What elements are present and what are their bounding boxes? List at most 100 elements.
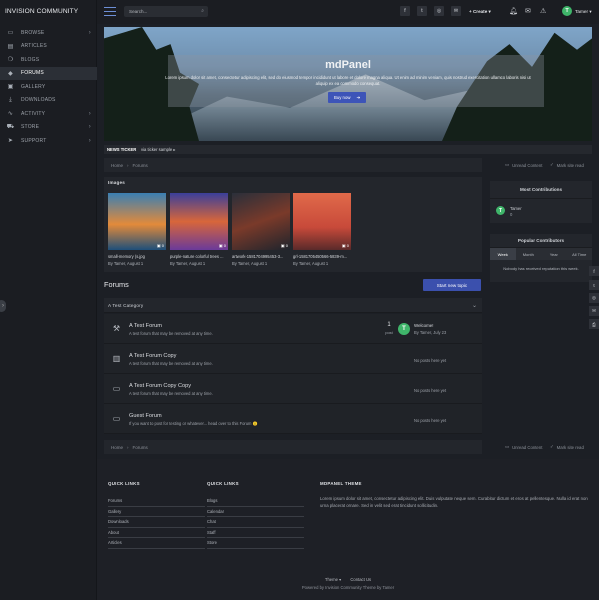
- image-author: By Tamer, August 1: [293, 261, 329, 266]
- footer-link[interactable]: Blogs: [207, 496, 304, 507]
- image-card[interactable]: ▣ 0 purple-nature colorful trees ... By Ta…: [170, 193, 228, 266]
- hero-title: mdPanel: [325, 59, 371, 71]
- contact-us-link[interactable]: Contact Us: [350, 577, 371, 582]
- forum-description: A test forum that may be removed at any …: [129, 361, 213, 366]
- notifications-icon[interactable]: 🔔︎: [509, 7, 518, 15]
- email-share-icon[interactable]: ✉: [589, 306, 599, 316]
- mark-read-link[interactable]: ✓ Mark site read: [550, 158, 584, 172]
- footer-link[interactable]: Store: [207, 538, 304, 549]
- image-title[interactable]: purple-nature colorful trees ...: [170, 254, 228, 259]
- image-thumbnail[interactable]: ▣ 0: [293, 193, 351, 250]
- contributor-name[interactable]: Tamer: [510, 206, 522, 211]
- monitor-icon: ▭: [112, 384, 121, 393]
- chevron-right-icon[interactable]: ›: [89, 111, 91, 117]
- theme-selector[interactable]: Theme ▾: [325, 577, 341, 582]
- start-new-topic-button[interactable]: Start new topic: [423, 279, 481, 291]
- chevron-right-icon[interactable]: ›: [89, 30, 91, 36]
- sidebar-item-downloads[interactable]: ⤓ DOWNLOADS: [0, 94, 97, 108]
- sidebar-item-gallery[interactable]: ▣ GALLERY: [0, 80, 97, 94]
- widget-title: Popular Contributors: [490, 234, 592, 248]
- sidebar-item-label: BLOGS: [21, 56, 40, 63]
- image-card[interactable]: ▣ 0 grl-1581705450566-5839-m... By Tamer, …: [293, 193, 351, 266]
- messages-icon[interactable]: ✉: [525, 7, 531, 15]
- footer-link[interactable]: Calendar: [207, 507, 304, 517]
- footer-link[interactable]: About: [108, 528, 205, 538]
- facebook-icon[interactable]: f: [400, 6, 410, 16]
- facebook-icon[interactable]: f: [589, 266, 599, 276]
- empty-message: Nobody has received reputation this week…: [503, 266, 579, 271]
- comment-count-value: 0: [161, 243, 164, 248]
- sidebar-item-activity[interactable]: ∿ ACTIVITY ›: [0, 107, 97, 121]
- forum-title[interactable]: A Test Forum Copy: [129, 353, 176, 359]
- user-menu[interactable]: Tamer ▾: [575, 9, 592, 15]
- breadcrumb-home[interactable]: Home: [111, 163, 123, 168]
- avatar[interactable]: T: [398, 323, 410, 335]
- image-thumbnail[interactable]: ▣ 0: [170, 193, 228, 250]
- create-menu[interactable]: + Create ▾: [469, 9, 491, 15]
- comment-count-value: 0: [223, 243, 226, 248]
- unread-content-link[interactable]: ▭ Unread Content: [505, 158, 542, 172]
- footer-link[interactable]: Downloads: [108, 517, 205, 528]
- footer-link[interactable]: Articles: [108, 538, 205, 549]
- twitter-icon[interactable]: t: [589, 280, 599, 290]
- breadcrumb: Home › Forums: [104, 440, 482, 454]
- avatar[interactable]: T: [562, 6, 572, 16]
- tab-all-time[interactable]: All Time: [567, 248, 593, 260]
- powered-by: Powered by Invision Community Theme by T…: [301, 585, 395, 590]
- sidebar: INVISION COMMUNITY ▭ BROWSE › ▤ ARTICLES ❍ BLO…: [0, 0, 97, 600]
- forum-title[interactable]: A Test Forum: [129, 323, 162, 329]
- footer-link[interactable]: Gallery: [108, 507, 205, 517]
- avatar[interactable]: T: [496, 206, 505, 215]
- tab-week[interactable]: Week: [490, 248, 516, 260]
- ticker-text[interactable]: via ticker sample ▸: [141, 147, 175, 152]
- menu-icon[interactable]: [104, 7, 116, 16]
- tab-month[interactable]: Month: [516, 248, 542, 260]
- chevron-down-icon[interactable]: ⌄: [472, 302, 477, 309]
- forum-description: A test forum that may be removed at any …: [129, 331, 213, 336]
- image-title[interactable]: grl-1581705450566-5839-m...: [293, 254, 351, 259]
- no-posts-text: No posts here yet: [414, 418, 447, 423]
- instagram-icon[interactable]: ◎: [434, 6, 444, 16]
- print-icon[interactable]: ⎙: [589, 319, 599, 329]
- tab-year[interactable]: Year: [541, 248, 567, 260]
- image-title[interactable]: small-memory (s.jpg: [108, 254, 166, 259]
- forum-title[interactable]: Guest Forum: [129, 413, 162, 419]
- category-header[interactable]: A Test Category ⌄: [104, 298, 482, 313]
- instagram-icon[interactable]: ◎: [589, 293, 599, 303]
- breadcrumb-home[interactable]: Home: [111, 445, 123, 450]
- chevron-right-icon[interactable]: ›: [89, 124, 91, 130]
- unread-content-link[interactable]: ▭ Unread Content: [505, 440, 542, 454]
- sidebar-item-articles[interactable]: ▤ ARTICLES: [0, 40, 97, 54]
- image-card[interactable]: ▣ 0 artwork-1581704995453-3... By Tamer, A…: [232, 193, 290, 266]
- sidebar-item-blogs[interactable]: ❍ BLOGS: [0, 53, 97, 67]
- ticker-label: NEWS TICKER: [107, 147, 137, 152]
- last-post-by: By Tamer, July 23: [414, 330, 447, 335]
- footer-link[interactable]: Staff: [207, 528, 304, 538]
- reports-icon[interactable]: ⚠: [540, 7, 546, 15]
- twitter-icon[interactable]: t: [417, 6, 427, 16]
- mark-read-link[interactable]: ✓ Mark site read: [550, 440, 584, 454]
- image-thumbnail[interactable]: ▣ 0: [108, 193, 166, 250]
- mark-read-label: Mark site read: [556, 444, 584, 450]
- search-input[interactable]: Search... ⌕: [124, 6, 208, 17]
- buy-now-button[interactable]: Buy now ➜: [328, 92, 366, 103]
- collapse-sidebar-button[interactable]: ›: [0, 300, 6, 312]
- footer-link[interactable]: Chat: [207, 517, 304, 528]
- site-logo[interactable]: INVISION COMMUNITY: [5, 8, 78, 15]
- image-title[interactable]: artwork-1581704995453-3...: [232, 254, 290, 259]
- footer-link[interactable]: Forums: [108, 496, 205, 507]
- search-icon[interactable]: ⌕: [201, 8, 204, 14]
- sidebar-item-label: ACTIVITY: [21, 110, 46, 117]
- last-post-title[interactable]: Welcome!: [414, 323, 433, 328]
- email-share-icon[interactable]: ✉: [451, 6, 461, 16]
- category-title: A Test Category: [108, 303, 144, 308]
- image-thumbnail[interactable]: ▣ 0: [232, 193, 290, 250]
- sidebar-item-support[interactable]: ➤ SUPPORT ›: [0, 134, 97, 148]
- forum-title[interactable]: A Test Forum Copy Copy: [129, 383, 191, 389]
- chevron-right-icon[interactable]: ›: [89, 138, 91, 144]
- sidebar-item-forums[interactable]: ◆ FORUMS: [0, 66, 97, 80]
- sidebar-item-browse[interactable]: ▭ BROWSE ›: [0, 26, 97, 40]
- theme-about: MDPANEL THEME Lorem ipsum dolor sit amet…: [320, 481, 590, 509]
- sidebar-item-store[interactable]: ⛟ STORE ›: [0, 121, 97, 135]
- image-card[interactable]: ▣ 0 small-memory (s.jpg By Tamer, August 1: [108, 193, 166, 266]
